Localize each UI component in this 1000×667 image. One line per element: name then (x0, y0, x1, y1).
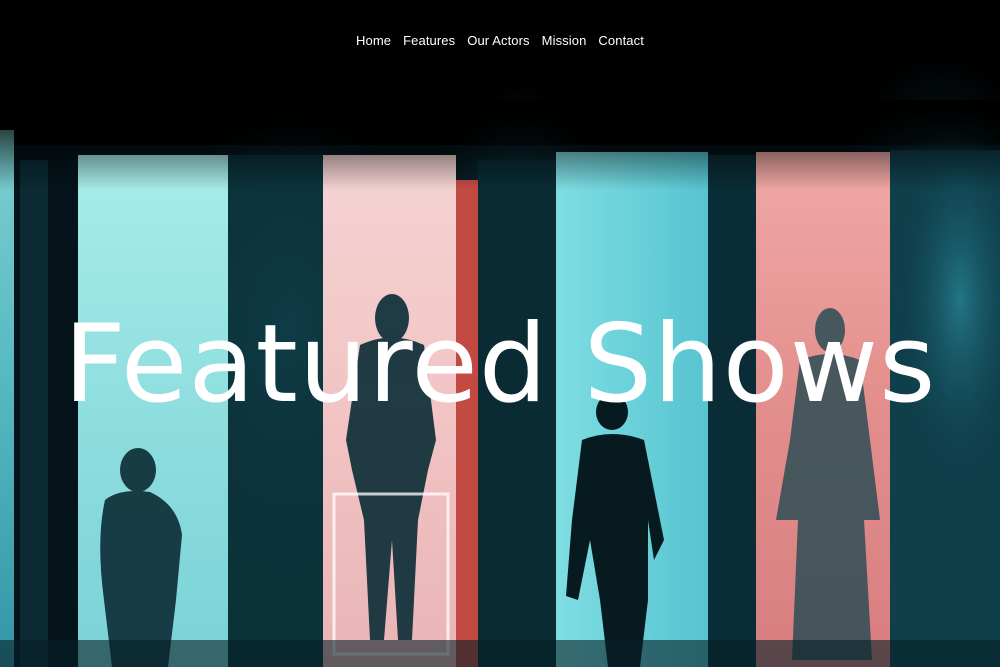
nav-link-home[interactable]: Home (356, 33, 391, 49)
main-navigation: Home Features Our Actors Mission Contact (0, 33, 1000, 49)
landing-page: Home Features Our Actors Mission Contact… (0, 0, 1000, 667)
nav-link-contact[interactable]: Contact (598, 33, 644, 49)
nav-link-our-actors[interactable]: Our Actors (467, 33, 529, 49)
nav-link-mission[interactable]: Mission (542, 33, 587, 49)
nav-link-features[interactable]: Features (403, 33, 455, 49)
hero-title: Featured Shows (63, 302, 937, 427)
